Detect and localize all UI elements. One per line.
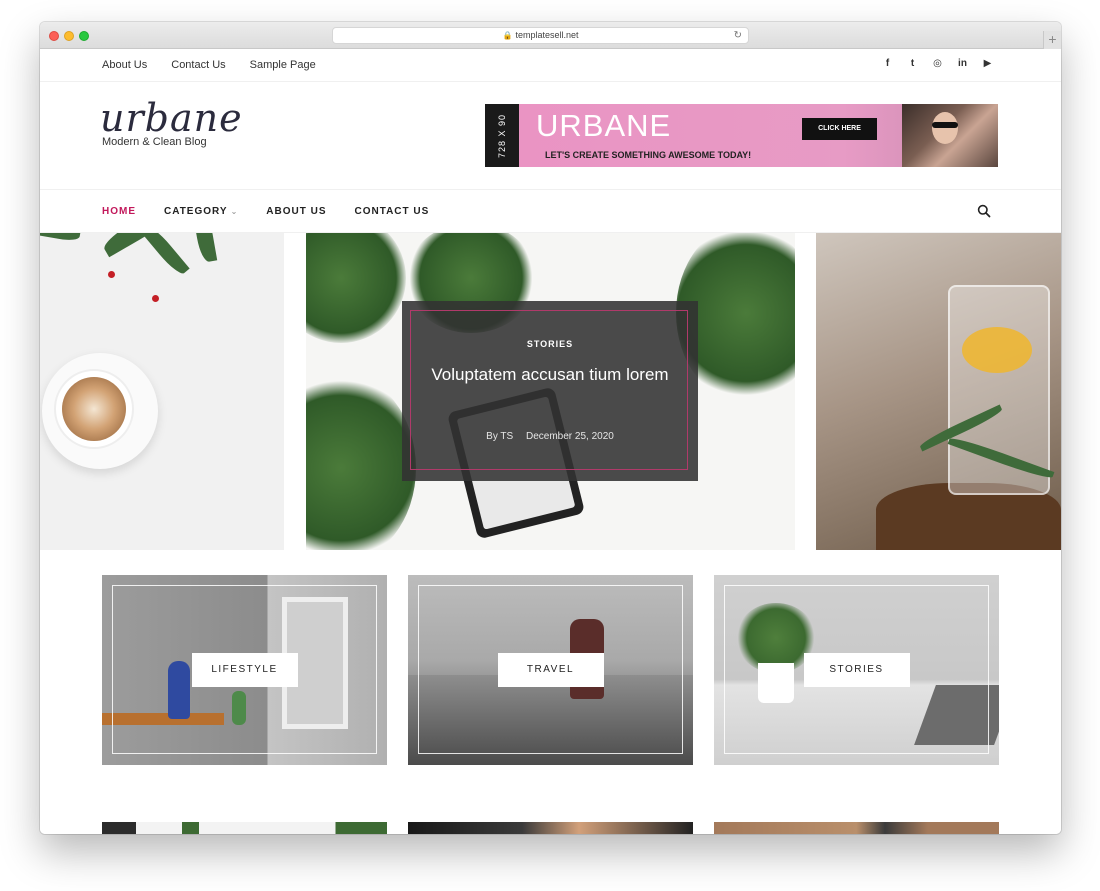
nav-home[interactable]: HOME (102, 206, 136, 217)
facebook-icon[interactable]: f (882, 58, 893, 69)
ad-banner[interactable]: 728 X 90 URBANE LET'S CREATE SOMETHING A… (485, 104, 998, 167)
banner-title: URBANE (536, 108, 672, 143)
featured-title[interactable]: Voluptatem accusan tium lorem (422, 361, 678, 389)
category-label-lifestyle[interactable]: LIFESTYLE (191, 653, 298, 687)
logo-name: urbane (100, 96, 243, 140)
chevron-down-icon: ⌄ (230, 207, 239, 216)
top-links: About Us Contact Us Sample Page (102, 59, 316, 71)
category-tile-travel[interactable]: TRAVEL (408, 575, 693, 765)
site-logo[interactable]: urbane Modern & Clean Blog (100, 96, 243, 148)
category-tile-stories[interactable]: STORIES (714, 575, 999, 765)
category-label-travel[interactable]: TRAVEL (497, 653, 604, 687)
instagram-icon[interactable]: ◎ (932, 58, 943, 69)
featured-category[interactable]: STORIES (402, 339, 698, 349)
main-nav: HOME CATEGORY ⌄ ABOUT US CONTACT US (40, 189, 1061, 233)
category-label-stories[interactable]: STORIES (803, 653, 910, 687)
nav-contact-us[interactable]: CONTACT US (355, 206, 430, 217)
post-thumbnail[interactable] (714, 822, 999, 834)
twitter-icon[interactable]: t (907, 58, 918, 69)
top-link-contact-us[interactable]: Contact Us (171, 59, 225, 71)
address-bar-url: templatesell.net (515, 30, 579, 40)
featured-author[interactable]: By TS (486, 431, 513, 442)
webpage: About Us Contact Us Sample Page f t ◎ in… (40, 49, 1061, 834)
post-thumbnail[interactable] (102, 822, 387, 834)
slide-coffee-image[interactable] (40, 233, 284, 550)
featured-date: December 25, 2020 (525, 431, 614, 442)
category-tile-lifestyle[interactable]: LIFESTYLE (102, 575, 387, 765)
banner-size-label: 728 X 90 (485, 104, 519, 167)
browser-toolbar: 🔒 templatesell.net ↻ + (40, 22, 1061, 49)
post-thumbnail[interactable] (408, 822, 693, 834)
close-window-button[interactable] (49, 31, 59, 41)
social-links: f t ◎ in ▶ (882, 58, 993, 69)
banner-photo (902, 104, 998, 167)
browser-window: 🔒 templatesell.net ↻ + About Us Contact U… (40, 22, 1061, 834)
nav-category[interactable]: CATEGORY ⌄ (164, 206, 238, 217)
top-bar: About Us Contact Us Sample Page f t ◎ in… (40, 49, 1061, 82)
featured-slider: STORIES Voluptatem accusan tium lorem By… (40, 233, 1061, 550)
slide-candle-image[interactable] (816, 233, 1061, 550)
featured-post-card[interactable]: STORIES Voluptatem accusan tium lorem By… (402, 301, 698, 481)
reload-icon[interactable]: ↻ (734, 28, 742, 43)
top-link-about-us[interactable]: About Us (102, 59, 147, 71)
banner-cta-button[interactable]: CLICK HERE (802, 118, 877, 140)
banner-subtitle: LET'S CREATE SOMETHING AWESOME TODAY! (545, 150, 752, 160)
address-bar[interactable]: 🔒 templatesell.net ↻ (332, 27, 749, 44)
new-tab-button[interactable]: + (1043, 31, 1061, 49)
featured-meta: By TS December 25, 2020 (402, 431, 698, 442)
maximize-window-button[interactable] (79, 31, 89, 41)
minimize-window-button[interactable] (64, 31, 74, 41)
search-icon[interactable] (977, 204, 991, 218)
category-tiles: LIFESTYLE TRAVEL STORIES (102, 575, 999, 766)
linkedin-icon[interactable]: in (957, 58, 968, 69)
youtube-icon[interactable]: ▶ (982, 58, 993, 69)
lock-icon: 🔒 (502, 31, 513, 40)
post-grid-preview (102, 822, 999, 834)
nav-about-us[interactable]: ABOUT US (266, 206, 326, 217)
top-link-sample-page[interactable]: Sample Page (250, 59, 316, 71)
nav-category-label: CATEGORY (164, 206, 228, 217)
